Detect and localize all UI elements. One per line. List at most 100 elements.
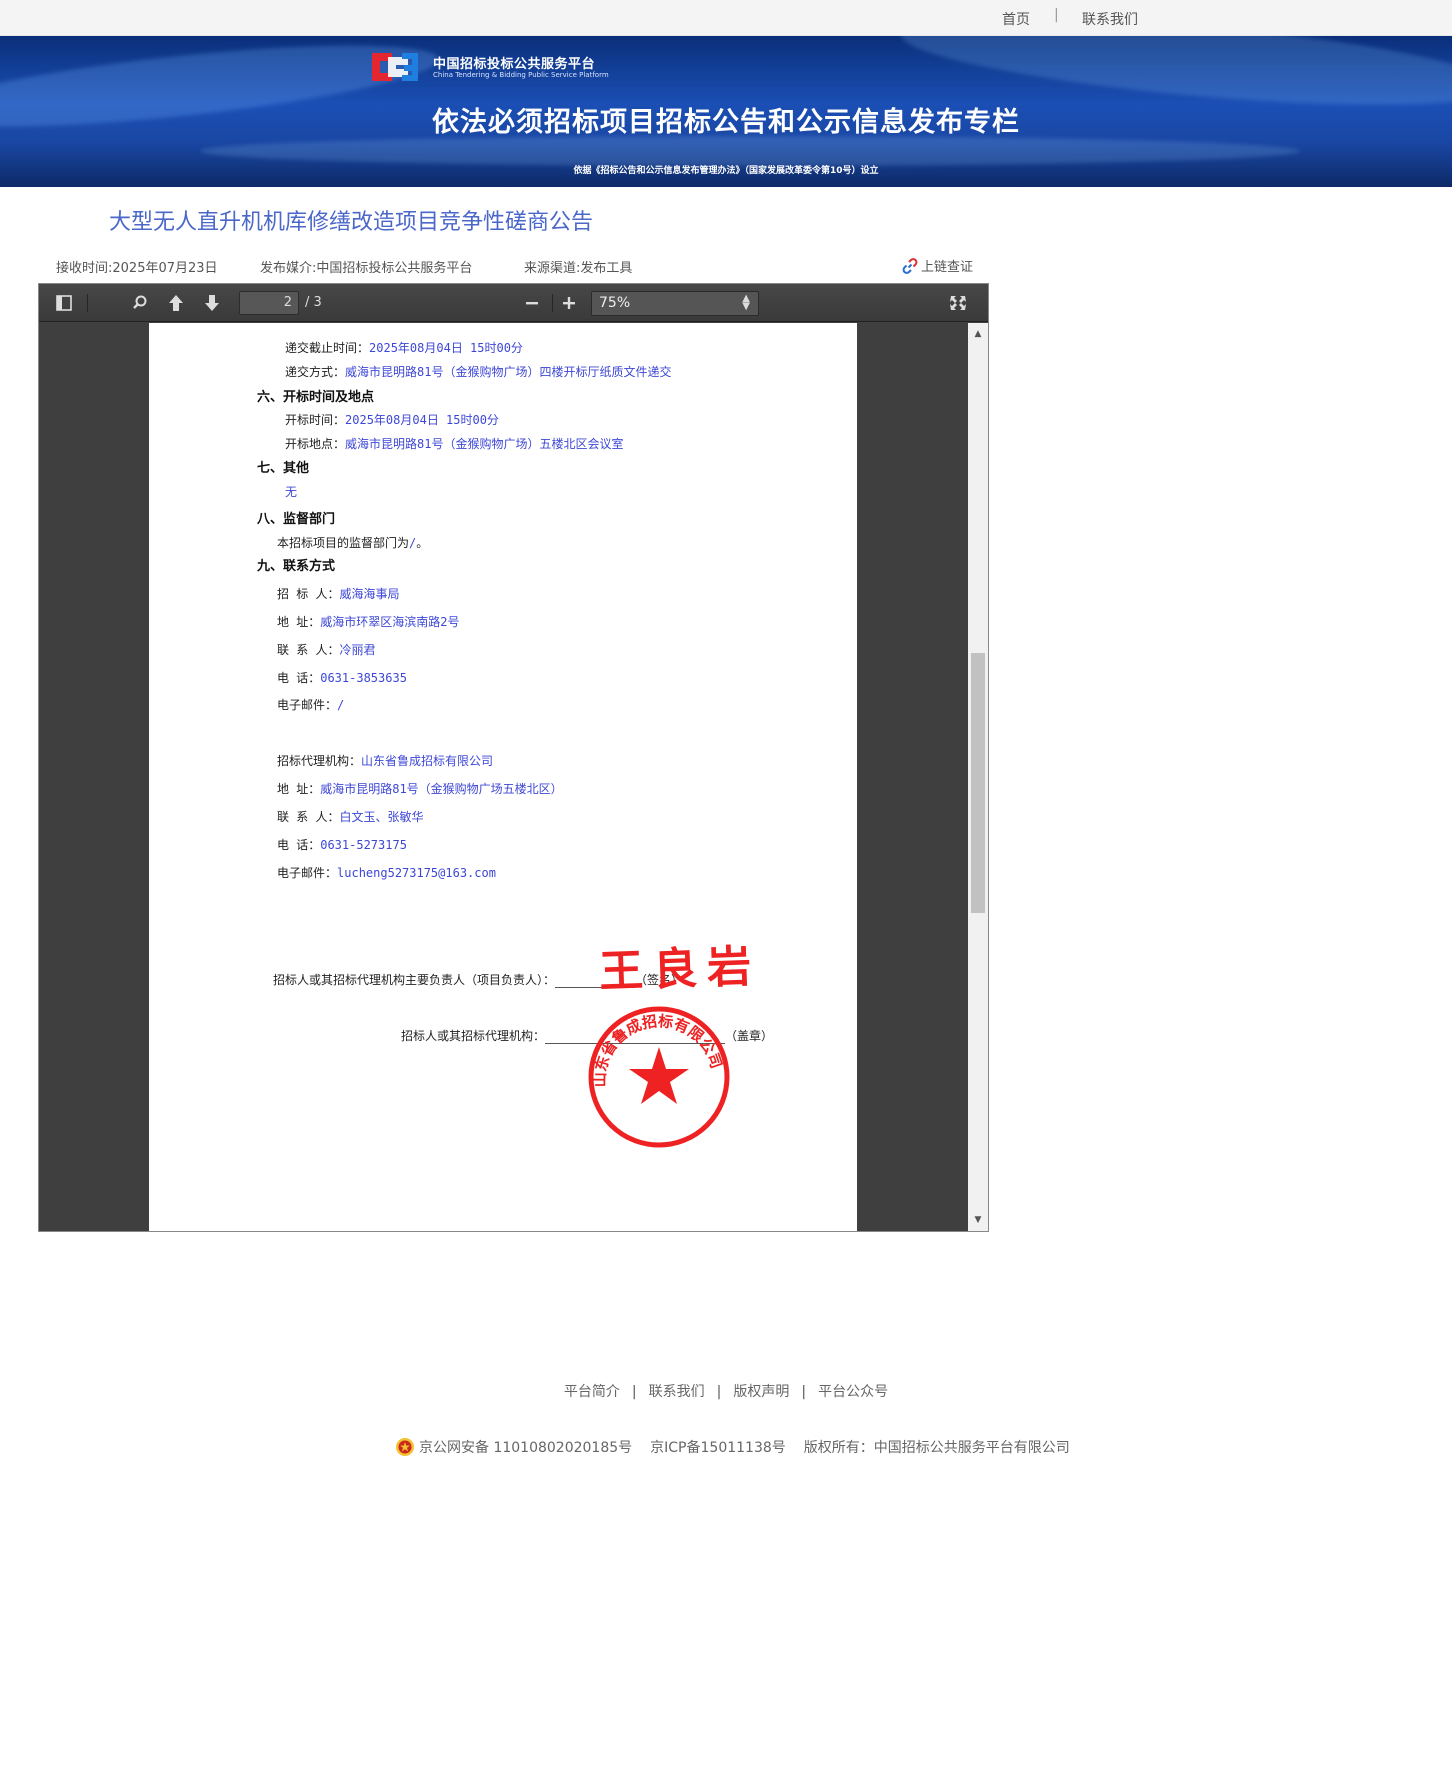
footer-link-about[interactable]: 平台简介 (564, 1384, 620, 1400)
arrow-up-icon (169, 295, 183, 311)
chain-verify-label: 上链查证 (921, 260, 974, 275)
footer-legal: 京公网安备 11010802020185号 京ICP备15011138号 版权所… (395, 1437, 1070, 1457)
footer-link-contact[interactable]: 联系我们 (649, 1384, 705, 1400)
arrow-down-icon (205, 295, 219, 311)
logo-en-text: China Tendering & Bidding Public Service… (433, 71, 609, 79)
open-time-line: 开标时间：2025年08月04日 15时00分 (285, 411, 499, 428)
submit-value: 威海市昆明路81号（金猴购物广场）四楼开标厅纸质文件递交 (345, 365, 672, 379)
deadline-label: 递交截止时间： (285, 341, 370, 355)
email2-label: 电子邮件： (277, 866, 338, 880)
agency-value: 山东省鲁成招标有限公司 (361, 754, 494, 768)
handwritten-signature: 王良岩 (598, 941, 762, 998)
footer-link-wechat[interactable]: 平台公众号 (818, 1384, 888, 1400)
toolbar-divider (552, 294, 553, 312)
sidebar-toggle-icon (56, 295, 72, 311)
tenderer-line: 招 标 人：威海海事局 (277, 585, 399, 602)
page-total: / 3 (305, 295, 322, 310)
section-6-heading: 六、开标时间及地点 (257, 390, 375, 405)
contact1-value: 冷丽君 (339, 643, 376, 657)
sign-line-1-label: 招标人或其招标代理机构主要负责人（项目负责人）： (273, 973, 556, 987)
zoom-in-button[interactable] (556, 291, 582, 315)
article-title: 大型无人直升机机库修缮改造项目竞争性磋商公告 (109, 210, 594, 235)
contact2-line: 联 系 人：白文玉、张敏华 (277, 808, 423, 825)
select-caret-icon: ▲ ▼ (742, 293, 750, 312)
document-scrollbar[interactable]: ▲ ▼ (968, 323, 988, 1231)
nav-separator: | (1054, 7, 1059, 23)
footer-separator: | (801, 1384, 807, 1400)
zoom-select[interactable]: 75% ▲ ▼ (591, 291, 759, 316)
scrollbar-thumb[interactable] (971, 653, 985, 913)
section-9-heading: 九、联系方式 (257, 559, 336, 574)
scroll-down-icon[interactable]: ▼ (968, 1211, 988, 1229)
tel1-label: 电 话： (277, 671, 321, 685)
toolbar-divider (87, 294, 88, 312)
other-value: 无 (285, 485, 298, 499)
icp-record[interactable]: 京ICP备15011138号 (650, 1437, 786, 1457)
received-time: 接收时间:2025年07月23日 (56, 261, 218, 276)
link-icon (902, 257, 918, 274)
source-channel: 来源渠道:发布工具 (524, 261, 633, 276)
tel1-value: 0631-3853635 (320, 671, 407, 685)
sidebar-toggle-button[interactable] (51, 291, 77, 315)
search-icon (133, 295, 147, 309)
footer-link-copyright[interactable]: 版权声明 (733, 1384, 789, 1400)
submit-line: 递交方式：威海市昆明路81号（金猴购物广场）四楼开标厅纸质文件递交 (285, 363, 671, 380)
nav-home-link[interactable]: 首页 (1002, 9, 1030, 29)
email2-value: lucheng5273175@163.com (337, 866, 496, 880)
pdf-toolbar: 2 / 3 75% ▲ ▼ (39, 284, 988, 322)
scroll-up-icon[interactable]: ▲ (968, 325, 988, 343)
tenderer-value: 威海海事局 (339, 587, 400, 601)
footer-links: 平台简介 | 联系我们 | 版权声明 | 平台公众号 (0, 1381, 1452, 1401)
nav-contact-link[interactable]: 联系我们 (1082, 9, 1138, 29)
document-area[interactable]: 递交截止时间：2025年08月04日 15时00分 递交方式：威海市昆明路81号… (39, 323, 968, 1231)
email1-label: 电子邮件： (277, 698, 338, 712)
section-7-heading: 七、其他 (257, 461, 310, 476)
top-nav: 首页 | 联系我们 (0, 0, 1452, 36)
police-record[interactable]: 京公网安备 11010802020185号 (419, 1437, 632, 1457)
deadline-line: 递交截止时间：2025年08月04日 15时00分 (285, 339, 523, 356)
supervise-line: 本招标项目的监督部门为/。 (277, 534, 428, 551)
address1-value: 威海市环翠区海滨南路2号 (320, 615, 460, 629)
previous-page-button[interactable] (163, 291, 189, 315)
footer-separator: | (716, 1384, 722, 1400)
official-seal-icon: 山东省鲁成招标有限公司 (588, 1006, 730, 1148)
copyright-text: 版权所有：中国招标公共服务平台有限公司 (803, 1440, 1070, 1456)
banner-subtitle: 依据《招标公告和公示信息发布管理办法》（国家发展改革委令第10号）设立 (573, 166, 879, 176)
open-place-value: 威海市昆明路81号（金猴购物广场）五楼北区会议室 (345, 437, 624, 451)
other-line: 无 (285, 483, 297, 500)
email1-value: / (337, 698, 345, 712)
presentation-mode-button[interactable] (945, 291, 971, 315)
tel2-line: 电 话：0631-5273175 (277, 836, 407, 853)
plus-icon (563, 297, 575, 309)
tel2-label: 电 话： (277, 838, 321, 852)
open-place-label: 开标地点： (285, 437, 346, 451)
banner-title: 依法必须招标项目招标公告和公示信息发布专栏 (432, 107, 1020, 138)
contact1-line: 联 系 人：冷丽君 (277, 641, 375, 658)
next-page-button[interactable] (199, 291, 225, 315)
email2-line: 电子邮件：lucheng5273175@163.com (277, 864, 496, 881)
fullscreen-icon (950, 296, 966, 310)
supervise-end: 。 (416, 536, 429, 550)
tenderer-label: 招 标 人： (277, 587, 340, 601)
address2-label: 地 址： (277, 782, 321, 796)
address2-value: 威海市昆明路81号（金猴购物广场五楼北区） (320, 782, 563, 796)
footer-separator: | (631, 1384, 637, 1400)
page-number-input[interactable]: 2 (239, 291, 299, 315)
minus-icon (526, 302, 538, 305)
find-button[interactable] (127, 291, 153, 315)
chain-verify-link[interactable]: 上链查证 (902, 256, 973, 275)
publish-media: 发布媒介:中国招标投标公共服务平台 (260, 261, 473, 276)
zoom-out-button[interactable] (519, 291, 545, 315)
supervise-text: 本招标项目的监督部门为 (277, 536, 410, 550)
section-8-heading: 八、监督部门 (257, 512, 336, 527)
tel2-value: 0631-5273175 (320, 838, 407, 852)
email1-line: 电子邮件：/ (277, 696, 344, 713)
contact2-value: 白文玉、张敏华 (339, 810, 424, 824)
address1-line: 地 址：威海市环翠区海滨南路2号 (277, 613, 459, 630)
zoom-value: 75% (599, 295, 631, 311)
open-place-line: 开标地点：威海市昆明路81号（金猴购物广场）五楼北区会议室 (285, 435, 623, 452)
open-time-label: 开标时间： (285, 413, 346, 427)
contact1-label: 联 系 人： (277, 643, 340, 657)
police-badge-icon (396, 1438, 414, 1456)
tel1-line: 电 话：0631-3853635 (277, 669, 407, 686)
